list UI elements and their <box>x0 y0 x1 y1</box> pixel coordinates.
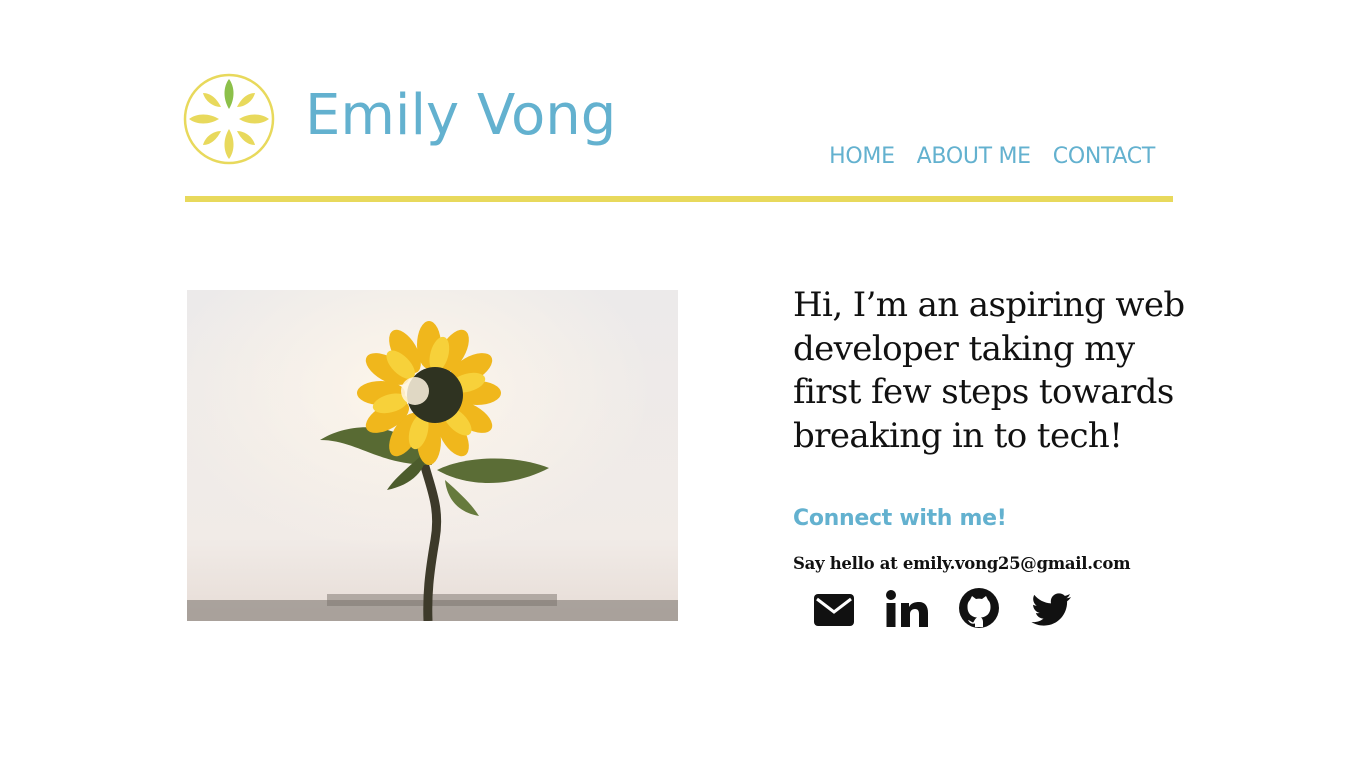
twitter-icon[interactable] <box>1029 586 1101 632</box>
social-links <box>813 586 1101 632</box>
github-icon[interactable] <box>957 586 1029 632</box>
site-title: Emily Vong <box>305 83 617 148</box>
connect-heading: Connect with me! <box>793 506 1007 531</box>
intro-text: Hi, I’m an aspiring web developer taking… <box>793 285 1185 456</box>
main-nav: HOME ABOUT ME CONTACT <box>829 140 1155 174</box>
linkedin-icon[interactable] <box>885 586 957 632</box>
site-header: Emily Vong HOME ABOUT ME CONTACT <box>183 70 1173 202</box>
email-line[interactable]: Say hello at emily.vong25@gmail.com <box>793 552 1131 576</box>
nav-home[interactable]: HOME <box>829 140 895 174</box>
nav-about-me[interactable]: ABOUT ME <box>917 140 1031 174</box>
nav-contact[interactable]: CONTACT <box>1053 140 1156 174</box>
sunflower-logo-icon[interactable] <box>183 73 275 165</box>
header-divider <box>185 196 1173 202</box>
intro-section: Hi, I’m an aspiring web developer taking… <box>793 284 1193 628</box>
envelope-icon[interactable] <box>813 586 885 632</box>
sunflower-photo <box>187 290 678 621</box>
